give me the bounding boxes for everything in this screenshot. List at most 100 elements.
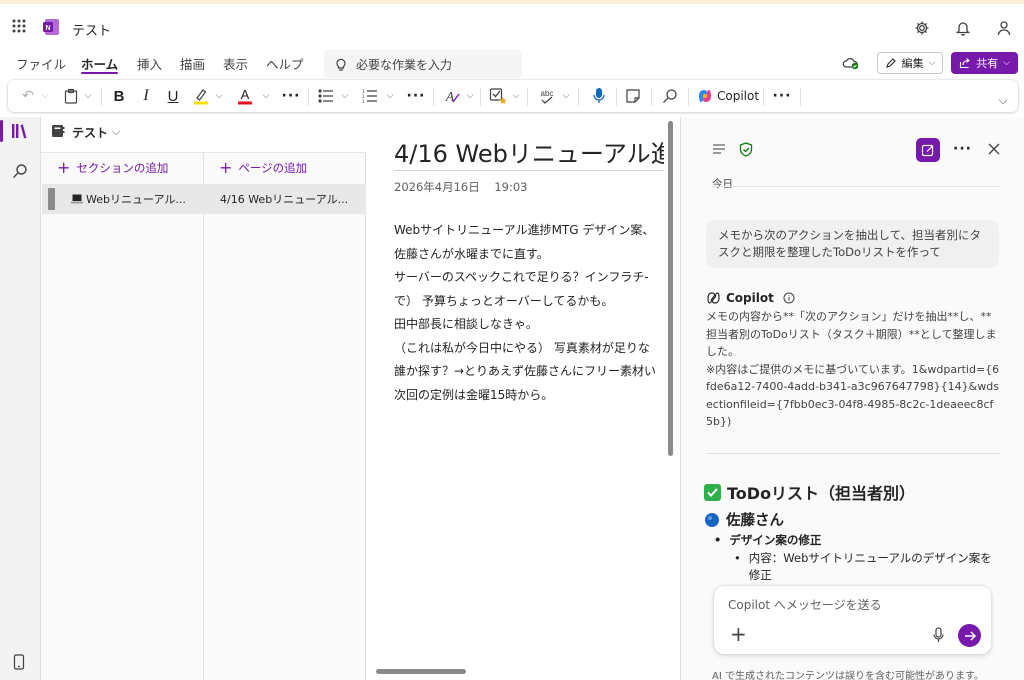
note-line[interactable]: 佐藤さんが水曜までに直す。 [394,243,664,267]
more-formatting-icon[interactable]: ··· [280,86,302,106]
tag-checkbox-icon[interactable] [487,86,509,106]
spelling-check-icon[interactable]: abc [536,86,558,106]
styles-dropdown-chevron-icon[interactable]: ⌵ [465,86,475,106]
rail-search-icon[interactable] [12,163,28,179]
notifications-bell-icon[interactable] [951,16,975,40]
new-chat-button[interactable] [916,138,940,162]
rail-active-indicator [0,120,3,142]
styles-icon[interactable]: A [442,86,462,106]
menu-tab-view[interactable]: 表示 [223,54,248,73]
left-rail [0,117,41,680]
underline-icon[interactable]: U [163,86,183,106]
note-line[interactable]: 誰か探す？→とりあえず佐藤さんにフリー素材い [394,360,664,384]
note-line[interactable]: Webサイトリニューアル進捗MTG デザイン案、 [394,219,664,243]
page-title[interactable]: 4/16 Webリニューアル進 [394,134,664,169]
highlighter-icon[interactable] [191,86,211,106]
page-date: 2026年4月16日 [394,180,480,194]
numbered-list-icon[interactable]: 123 [360,86,380,106]
copilot-ribbon-label: Copilot [717,89,760,103]
send-button[interactable] [958,624,981,647]
todo-heading-text: ToDoリスト（担当者別） [727,484,916,503]
todo-bullets: • デザイン案の修正 • 内容：Webサイトリニューアルのデザイン案を修正 [714,532,1004,584]
section-label: Webリニューアル... [86,193,186,206]
find-search-icon[interactable] [660,86,680,106]
edit-mode-label: 編集 [901,57,924,70]
bullet-dropdown-chevron-icon[interactable]: ⌵ [340,86,350,106]
menu-tab-draw[interactable]: 描画 [180,54,205,73]
ribbon-divider [578,88,579,106]
note-line[interactable]: 次回の定例は金曜15時から。 [394,384,664,408]
copilot-ribbon-button[interactable]: Copilot [697,86,759,106]
ribbon-expand-chevron-icon[interactable]: ⌵ [995,90,1011,110]
user-message-bubble: メモから次のアクションを抽出して、担当者別にタスクと期限を整理したToDoリスト… [706,220,999,268]
chevron-down-icon: ⌵ [1003,58,1010,68]
share-icon [959,57,971,69]
menu-tab-file[interactable]: ファイル [16,54,66,73]
app-launcher-icon[interactable] [7,14,31,38]
task-sub-bullet: • 内容：Webサイトリニューアルのデザイン案を修正 [714,550,1004,584]
clipboard-paste-icon[interactable] [62,86,80,106]
bold-icon[interactable]: B [109,86,129,106]
note-line[interactable]: 田中部長に相談しなきゃ。 [394,313,664,337]
edit-mode-button[interactable]: 編集 ⌵ [877,52,943,74]
note-line[interactable]: で） 予算ちょっとオーバーしてるかも。 [394,290,664,314]
pencil-icon [885,57,897,69]
settings-gear-icon[interactable] [910,16,934,40]
blue-circle-icon [704,512,720,528]
page-item[interactable]: 4/16 Webリニューアル... [204,184,366,214]
copilot-chat-input-box[interactable]: Copilot へメッセージを送る + [714,586,991,654]
chat-input[interactable]: Copilot へメッセージを送る [728,596,882,613]
section-item[interactable]: Webリニューアル... [42,184,204,214]
ribbon-divider [616,88,617,106]
chat-history-menu-icon[interactable] [712,143,726,155]
page-time: 19:03 [494,180,528,194]
page-label: 4/16 Webリニューアル... [220,193,349,206]
menu-tab-help[interactable]: ヘルプ [266,54,304,73]
tell-me-search-input[interactable]: 必要な作業を入力 [324,50,522,78]
add-section-button[interactable]: + セクションの追加 [57,160,168,176]
menu-tab-home[interactable]: ホーム [81,54,118,73]
notebook-chevron-down-icon[interactable]: ⌵ [112,125,120,139]
response-divider [706,453,1000,454]
undo-icon[interactable]: ↶ [18,86,38,106]
info-icon[interactable] [783,292,795,304]
vertical-scrollbar[interactable] [668,121,673,456]
section-laptop-icon [71,194,83,204]
section-color-tab [48,188,55,210]
ribbon-divider [527,88,528,106]
highlight-dropdown-chevron-icon[interactable]: ⌵ [214,86,224,106]
bullet-list-icon[interactable] [316,86,336,106]
more-paragraph-icon[interactable]: ··· [405,86,427,106]
note-line[interactable]: （これは私が今日中にやる） 写真素材が足りな [394,337,664,361]
note-line[interactable]: サーバーのスペックこれで足りる？インフラチ- [394,266,664,290]
notebooks-library-icon[interactable] [11,123,29,139]
note-body[interactable]: Webサイトリニューアル進捗MTG デザイン案、 佐藤さんが水曜までに直す。 サ… [394,219,664,407]
horizontal-scrollbar[interactable] [376,669,466,674]
account-person-icon[interactable] [992,16,1016,40]
device-phone-icon[interactable] [13,654,25,670]
attach-plus-icon[interactable]: + [730,624,747,644]
sections-pane [41,153,204,680]
spelling-dropdown-chevron-icon[interactable]: ⌵ [561,86,571,106]
tags-dropdown-chevron-icon[interactable]: ⌵ [511,86,521,106]
dictate-microphone-icon[interactable] [589,86,609,106]
add-page-button[interactable]: + ページの追加 [219,160,307,176]
undo-dropdown-chevron-icon[interactable]: ⌵ [40,86,50,106]
svg-text:N: N [45,25,50,32]
close-panel-icon[interactable] [988,143,1000,155]
font-color-icon[interactable]: A [235,86,255,106]
chat-microphone-icon[interactable] [933,627,944,643]
notebook-name[interactable]: テスト [72,124,108,141]
italic-icon[interactable]: I [136,86,156,106]
more-options-icon[interactable]: ··· [771,86,793,106]
sticky-note-icon[interactable] [623,86,643,106]
numbering-dropdown-chevron-icon[interactable]: ⌵ [385,86,395,106]
font-color-dropdown-chevron-icon[interactable]: ⌵ [261,86,271,106]
app-title: テスト [72,24,112,39]
copilot-more-icon[interactable]: ··· [953,141,972,157]
copilot-response-header: Copilot [706,291,795,305]
share-button[interactable]: 共有 ⌵ [951,52,1018,74]
paste-dropdown-chevron-icon[interactable]: ⌵ [83,86,93,106]
cloud-sync-icon[interactable] [842,56,860,70]
menu-tab-insert[interactable]: 挿入 [137,54,162,73]
